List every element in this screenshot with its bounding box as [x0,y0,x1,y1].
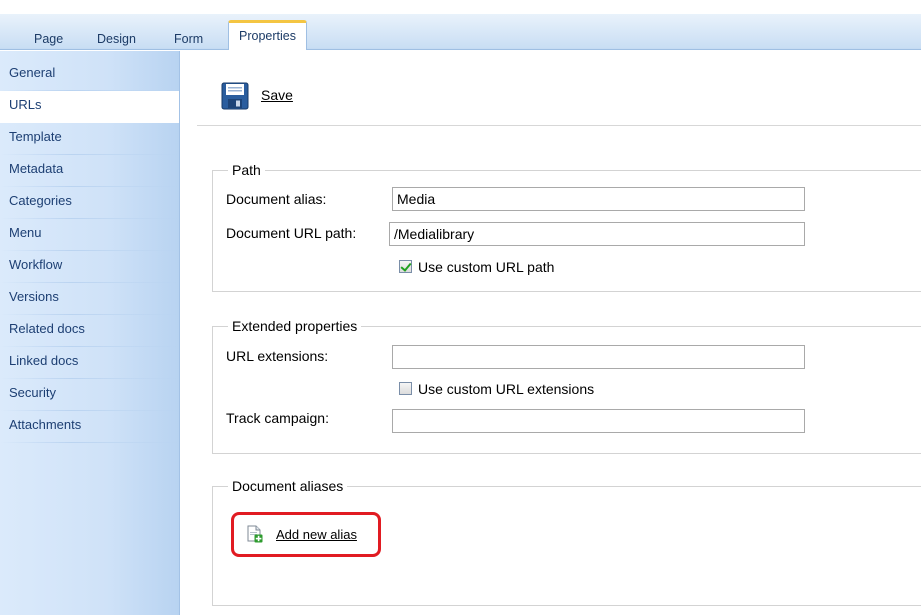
sidebar-item-related-docs[interactable]: Related docs [0,315,179,347]
sidebar-item-general[interactable]: General [0,59,179,91]
document-alias-label: Document alias: [226,191,327,207]
tab-form[interactable]: Form [174,30,203,50]
tab-properties[interactable]: Properties [228,20,307,50]
document-url-path-label: Document URL path: [226,225,357,241]
sidebar-item-categories[interactable]: Categories [0,187,179,219]
track-campaign-input[interactable] [392,409,805,433]
sidebar-item-urls[interactable]: URLs [0,91,179,123]
save-button[interactable]: Save [261,87,293,103]
add-new-alias-label: Add new alias [276,527,357,542]
sidebar-item-template[interactable]: Template [0,123,179,155]
sidebar-item-security[interactable]: Security [0,379,179,411]
url-extensions-input[interactable] [392,345,805,369]
tab-bar: Page Design Form Properties [0,0,921,50]
track-campaign-label: Track campaign: [226,410,329,426]
extended-properties-legend: Extended properties [232,318,358,334]
sidebar-item-versions[interactable]: Versions [0,283,179,315]
document-url-path-input[interactable] [389,222,805,246]
document-aliases-legend: Document aliases [232,478,344,494]
use-custom-url-extensions-checkbox[interactable] [399,382,412,395]
document-alias-input[interactable] [392,187,805,211]
use-custom-url-path-label: Use custom URL path [418,259,555,275]
use-custom-url-path-checkbox[interactable] [399,260,412,273]
use-custom-url-extensions-label: Use custom URL extensions [418,381,595,397]
toolbar-divider [197,125,921,126]
sidebar: General URLs Template Metadata Categorie… [0,51,180,615]
path-legend: Path [232,162,261,178]
tab-page[interactable]: Page [34,30,63,50]
sidebar-item-workflow[interactable]: Workflow [0,251,179,283]
url-extensions-label: URL extensions: [226,348,329,364]
floppy-disk-icon[interactable] [221,82,249,110]
sidebar-item-metadata[interactable]: Metadata [0,155,179,187]
sidebar-item-linked-docs[interactable]: Linked docs [0,347,179,379]
add-new-alias-button[interactable]: Add new alias [231,512,381,557]
tab-design[interactable]: Design [97,30,136,50]
add-document-icon [247,525,263,543]
sidebar-item-menu[interactable]: Menu [0,219,179,251]
sidebar-item-attachments[interactable]: Attachments [0,411,179,443]
